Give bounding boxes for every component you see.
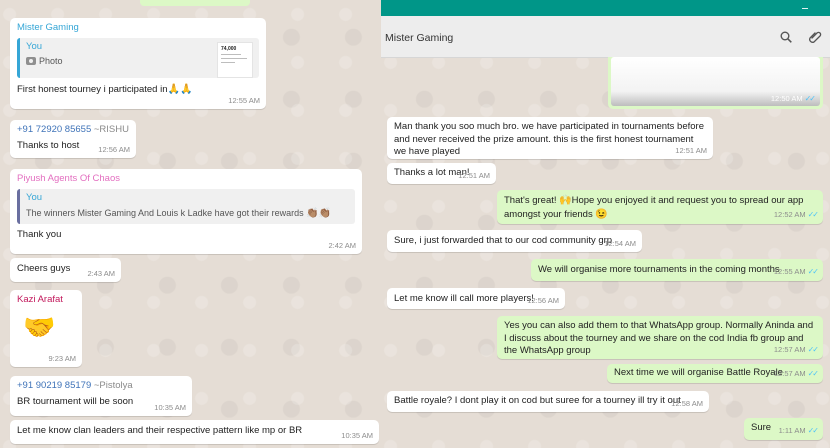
time-text: 1:11 AM — [778, 426, 806, 436]
raised-hands-emoji: 🙌 — [559, 195, 572, 206]
message-bubble[interactable]: +91 90219 85179 ~Pistolya BR tournament … — [10, 376, 192, 416]
sender-name[interactable]: Mister Gaming — [17, 22, 259, 35]
message-time: 12:56 AM — [98, 145, 130, 155]
sender-name[interactable]: +91 72920 85655 ~RISHU — [17, 124, 129, 137]
quote-photo-label: Photo — [39, 56, 63, 67]
read-ticks-icon: ✓✓ — [804, 94, 816, 103]
message-text: Battle royale? I dont play it on cod but… — [394, 395, 681, 406]
message-bubble[interactable]: Let me know clan leaders and their respe… — [10, 420, 379, 444]
message-bubble[interactable]: Sure, i just forwarded that to our cod c… — [387, 230, 642, 252]
sender-pushname: ~Pistolya — [93, 380, 133, 391]
message-text-part: That's great! — [504, 195, 557, 206]
quoted-message[interactable]: You Photo 74,000 — [17, 37, 259, 78]
message-bubble[interactable]: That's great! 🙌Hope you enjoyed it and r… — [497, 190, 823, 224]
message-text: Yes you can also add them to that WhatsA… — [504, 320, 814, 357]
message-bubble[interactable]: Battle royale? I dont play it on cod but… — [387, 391, 709, 412]
message-time: 10:35 AM — [154, 403, 186, 413]
search-icon[interactable] — [780, 31, 792, 43]
read-ticks-icon: ✓✓ — [807, 267, 819, 277]
message-time: 12:57 AM ✓✓ — [773, 345, 819, 356]
read-ticks-icon: ✓✓ — [807, 210, 819, 220]
image-time-text: 12:50 AM — [770, 94, 803, 103]
cropped-outgoing-bubble — [140, 0, 250, 6]
message-time: 12:51 AM — [458, 171, 490, 181]
time-text: 12:55 AM — [773, 267, 806, 277]
quote-sender: You — [26, 191, 43, 203]
message-time: 12:55 AM — [228, 96, 260, 106]
quoted-photo-thumbnail: 74,000 — [217, 41, 253, 78]
thumbnail-text: 74,000 — [221, 45, 237, 52]
message-time: 9:23 AM — [48, 354, 76, 364]
quote-text-body: The winners Mister Gaming And Louis k La… — [26, 208, 304, 219]
message-text: Thank you — [17, 228, 62, 240]
message-time: 12:57 AM ✓✓ — [773, 369, 819, 380]
read-ticks-icon: ✓✓ — [807, 345, 819, 355]
chat-header: Mister Gaming — [381, 16, 830, 58]
paperclip-icon[interactable] — [808, 30, 822, 44]
handshake-sticker: 🤝 — [23, 311, 56, 342]
sender-pushname: ~RISHU — [93, 124, 129, 135]
sender-name[interactable]: Piyush Agents Of Chaos — [17, 173, 355, 186]
sender-phone: +91 90219 85179 — [17, 380, 92, 391]
message-time: 2:42 AM — [328, 241, 356, 251]
thumbnail-line — [221, 57, 247, 59]
message-text: That's great! 🙌Hope you enjoyed it and r… — [504, 194, 816, 221]
message-text: Sure, i just forwarded that to our cod c… — [394, 235, 613, 246]
message-text: First honest tourney i participated in🙏🙏 — [17, 83, 259, 97]
image-preview: 12:50 AM ✓✓ — [611, 57, 820, 106]
message-bubble[interactable]: Sure 1:11 AM ✓✓ — [744, 418, 823, 440]
wink-emoji: 😉 — [595, 208, 608, 220]
message-bubble[interactable]: We will organise more tournaments in the… — [531, 259, 823, 281]
message-bubble[interactable]: Mister Gaming You Photo 74,000 First hon… — [10, 18, 266, 109]
thumbnail-line — [221, 53, 241, 55]
read-ticks-icon: ✓✓ — [807, 369, 819, 379]
message-time: 12:58 AM — [671, 399, 703, 409]
time-text: 12:57 AM — [773, 345, 806, 355]
message-bubble[interactable]: +91 72920 85655 ~RISHU Thanks to host 12… — [10, 120, 136, 158]
time-text: 12:57 AM — [773, 369, 806, 379]
message-time: 12:55 AM ✓✓ — [773, 267, 819, 278]
message-time: 12:54 AM — [604, 239, 636, 249]
time-text: 12:52 AM — [773, 210, 806, 220]
message-time: 1:11 AM ✓✓ — [778, 426, 819, 437]
message-bubble[interactable]: Piyush Agents Of Chaos You The winners M… — [10, 169, 362, 254]
message-text: Man thank you soo much bro. we have part… — [394, 121, 704, 158]
read-ticks-icon: ✓✓ — [807, 426, 819, 436]
sender-phone: +91 72920 85655 — [17, 124, 92, 135]
window-titlebar — [381, 0, 830, 16]
message-text: Let me know clan leaders and their respe… — [17, 425, 303, 436]
chat-title[interactable]: Mister Gaming — [385, 32, 453, 44]
message-time: 12:52 AM ✓✓ — [773, 210, 819, 221]
message-time: 12:50 AM ✓✓ — [770, 94, 816, 103]
sender-name[interactable]: +91 90219 85179 ~Pistolya — [17, 380, 185, 393]
message-bubble[interactable]: Cheers guys 2:43 AM — [10, 258, 121, 282]
image-message[interactable]: 12:50 AM ✓✓ — [608, 57, 823, 109]
right-chat-panel: Mister Gaming 12:50 AM ✓✓ Man thank you s… — [381, 0, 830, 448]
pray-emoji: 🙏🙏 — [167, 83, 193, 95]
message-text-body: First honest tourney i participated in — [17, 83, 168, 95]
minimize-icon[interactable] — [802, 8, 808, 9]
message-time: 2:43 AM — [87, 269, 115, 279]
message-bubble[interactable]: Let me know ill call more players! 12:56… — [387, 288, 565, 309]
message-bubble[interactable]: Next time we will organise Battle Royale… — [607, 364, 823, 383]
message-bubble[interactable]: Man thank you soo much bro. we have part… — [387, 117, 713, 159]
message-bubble[interactable]: Yes you can also add them to that WhatsA… — [497, 316, 823, 359]
message-time: 10:35 AM — [341, 431, 373, 441]
message-bubble[interactable]: Kazi Arafat 🤝 9:23 AM — [10, 290, 82, 367]
message-time: 12:51 AM — [675, 146, 707, 156]
clap-emoji: 👏🏽👏🏽 — [306, 208, 332, 220]
camera-icon — [26, 57, 36, 66]
message-bubble[interactable]: Thanks a lot man! 12:51 AM — [387, 163, 496, 184]
quote-text: The winners Mister Gaming And Louis k La… — [26, 207, 349, 220]
quoted-message[interactable]: You The winners Mister Gaming And Louis … — [17, 188, 355, 224]
thumbnail-line — [221, 61, 235, 63]
left-chat-panel: Mister Gaming You Photo 74,000 First hon… — [0, 0, 381, 448]
message-time: 12:56 AM — [527, 296, 559, 306]
sender-name[interactable]: Kazi Arafat — [17, 294, 75, 307]
